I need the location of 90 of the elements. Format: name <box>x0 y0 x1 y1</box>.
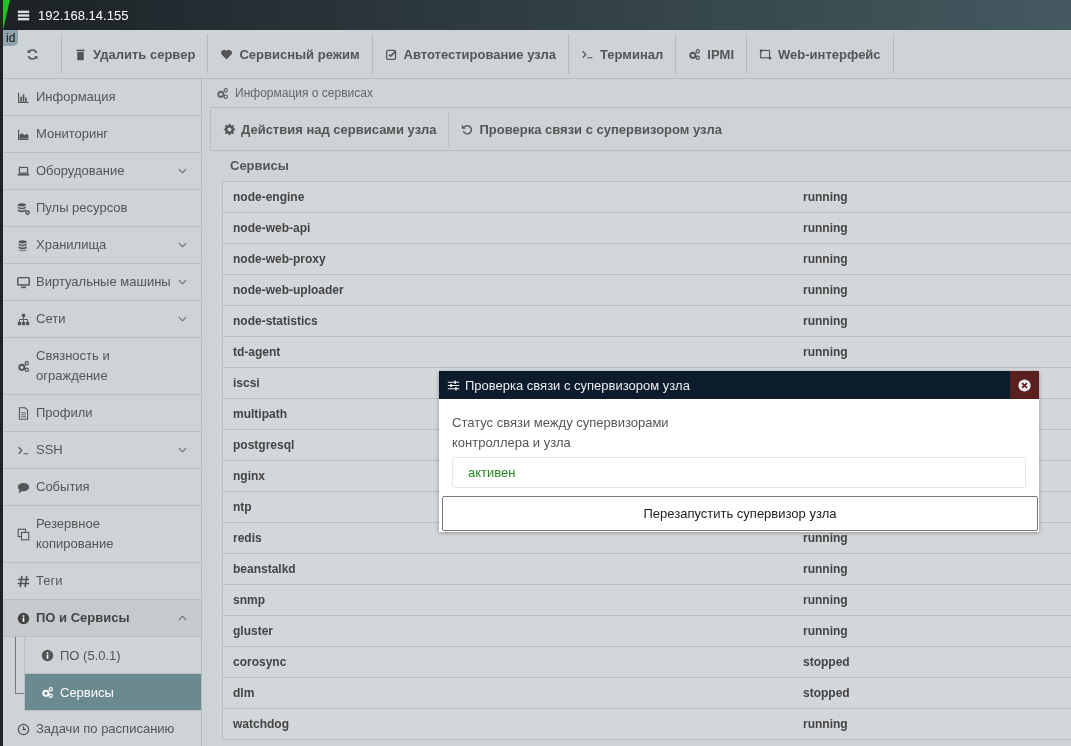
table-cell: running <box>803 283 848 297</box>
checkbox-icon <box>384 47 398 61</box>
toolbar-button[interactable]: Терминал <box>569 34 677 74</box>
table-cell: snmp <box>233 593 265 607</box>
sidebar-item[interactable]: ПО и Сервисы <box>3 600 201 637</box>
table-cell: node-web-proxy <box>233 252 326 266</box>
sidebar-item[interactable]: Связность и ограждение <box>3 338 201 395</box>
window-title: 192.168.14.155 <box>38 7 129 23</box>
table-cell: running <box>803 624 848 638</box>
sidebar-item[interactable]: Пулы ресурсов <box>3 190 201 227</box>
gears-icon <box>41 685 54 699</box>
toolbar-button[interactable]: Автотестирование узла <box>372 34 570 74</box>
table-cell: node-web-uploader <box>233 283 344 297</box>
sidebar-item[interactable]: Резервное копирование <box>3 506 201 563</box>
sidebar-item[interactable]: Сети <box>3 301 201 338</box>
table-cell: running <box>803 345 848 359</box>
table-cell: dlm <box>233 686 255 700</box>
table-cell: running <box>803 190 848 204</box>
table-cell: beanstalkd <box>233 562 296 576</box>
sliders-icon <box>447 378 460 392</box>
table-cell: node-statistics <box>233 314 318 328</box>
status-flag-icon <box>3 0 10 30</box>
toolbar-button[interactable]: Удалить сервер <box>62 34 209 74</box>
gears-icon <box>216 86 229 100</box>
database-icon <box>17 238 30 252</box>
sidebar-subitem[interactable]: Сервисы <box>24 674 201 711</box>
trash-icon <box>74 47 87 61</box>
close-button[interactable] <box>1010 371 1039 399</box>
table-cell: node-engine <box>233 190 305 204</box>
sidebar-item[interactable]: Задачи по расписанию <box>3 711 201 746</box>
status-field: активен <box>452 457 1026 488</box>
table-cell: running <box>803 252 848 266</box>
toolbar-button[interactable]: IPMI <box>676 34 747 74</box>
table-cell: node-web-api <box>233 221 311 235</box>
heart-icon <box>220 47 234 61</box>
sitemap-icon <box>17 312 30 326</box>
toolbar-button[interactable]: Сервисный режим <box>208 34 373 74</box>
table-cell: stopped <box>803 686 850 700</box>
gears-icon <box>688 47 702 61</box>
bar-chart-icon <box>17 90 30 104</box>
breadcrumb: Информация о сервисах <box>235 86 373 100</box>
dialog-title: Проверка связи с супервизором узла <box>465 377 691 393</box>
restart-button[interactable]: Перезапустить супервизор узла <box>442 496 1038 531</box>
refresh-icon <box>25 47 39 61</box>
table-cell: running <box>803 717 848 731</box>
table-cell: ntp <box>233 500 252 514</box>
undo-icon <box>461 122 475 136</box>
sidebar-item[interactable]: Информация <box>3 79 201 116</box>
sidebar-item[interactable]: События <box>3 469 201 506</box>
table-cell: running <box>803 562 848 576</box>
table-cell: stopped <box>803 655 850 669</box>
table-cell: td-agent <box>233 345 281 359</box>
hash-icon <box>17 574 30 588</box>
speech-bubble-icon <box>17 480 30 494</box>
database-gear-icon <box>17 201 30 215</box>
table-cell: corosync <box>233 655 287 669</box>
document-icon <box>17 406 30 420</box>
sidebar-item[interactable]: Мониторинг <box>3 116 201 153</box>
sidebar-item[interactable]: Оборудование <box>3 153 201 190</box>
id-tag: id <box>3 30 19 46</box>
table-cell: running <box>803 314 848 328</box>
table-cell: redis <box>233 531 262 545</box>
table-cell: multipath <box>233 407 287 421</box>
sidebar-item[interactable]: Хранилища <box>3 227 201 264</box>
monitor-icon <box>17 275 30 289</box>
gears-icon <box>17 359 30 373</box>
table-cell: iscsi <box>233 376 260 390</box>
table-cell: running <box>803 221 848 235</box>
table-cell: nginx <box>233 469 265 483</box>
laptop-icon <box>17 164 30 178</box>
sidebar-item[interactable]: Профили <box>3 395 201 432</box>
sidebar-item[interactable]: Виртуальные машины <box>3 264 201 301</box>
info-icon <box>17 611 30 625</box>
area-chart-icon <box>17 127 30 141</box>
table-cell: running <box>803 531 848 545</box>
status-label: Статус связи между супервизорами контроллера и узла <box>452 414 670 452</box>
section-title: Сервисы <box>229 157 290 175</box>
clock-icon <box>17 722 30 736</box>
table-cell: watchdog <box>233 717 289 731</box>
gear-icon <box>223 122 236 136</box>
close-icon <box>1018 378 1031 392</box>
copy-icon <box>17 527 30 541</box>
table-cell: running <box>803 593 848 607</box>
info-icon <box>41 648 54 662</box>
table-cell: gluster <box>233 624 273 638</box>
table-cell: postgresql <box>233 438 295 452</box>
action-button[interactable]: Действия над сервисами узла <box>211 112 450 146</box>
action-button[interactable]: Проверка связи с супервизором узла <box>449 112 734 146</box>
sidebar-item[interactable]: SSH <box>3 432 201 469</box>
toolbar-button[interactable]: Web-интерфейс <box>747 34 894 74</box>
